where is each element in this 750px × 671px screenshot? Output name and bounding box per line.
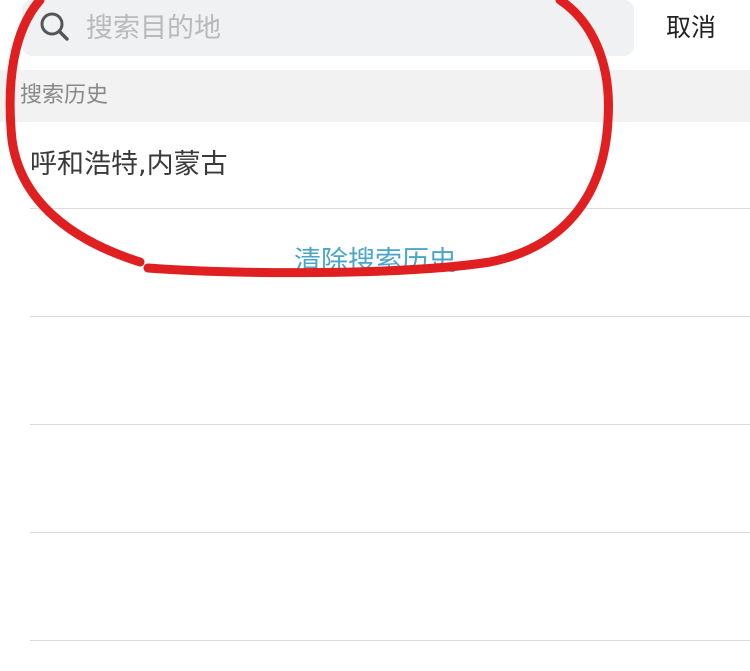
history-item-label: 呼和浩特,内蒙古 [30, 149, 228, 180]
divider [30, 532, 750, 533]
search-input[interactable] [84, 6, 608, 50]
clear-history-button[interactable]: 清除搜索历史 [0, 209, 750, 315]
clear-history-label: 清除搜索历史 [294, 246, 456, 277]
search-icon [40, 12, 69, 41]
divider [30, 316, 750, 317]
cancel-button[interactable]: 取消 [656, 8, 726, 48]
divider [30, 424, 750, 425]
search-history-title: 搜索历史 [20, 83, 109, 108]
divider [30, 640, 750, 641]
history-item[interactable]: 呼和浩特,内蒙古 [0, 122, 750, 208]
search-history-header: 搜索历史 [0, 70, 750, 122]
search-bar[interactable] [22, 0, 634, 56]
